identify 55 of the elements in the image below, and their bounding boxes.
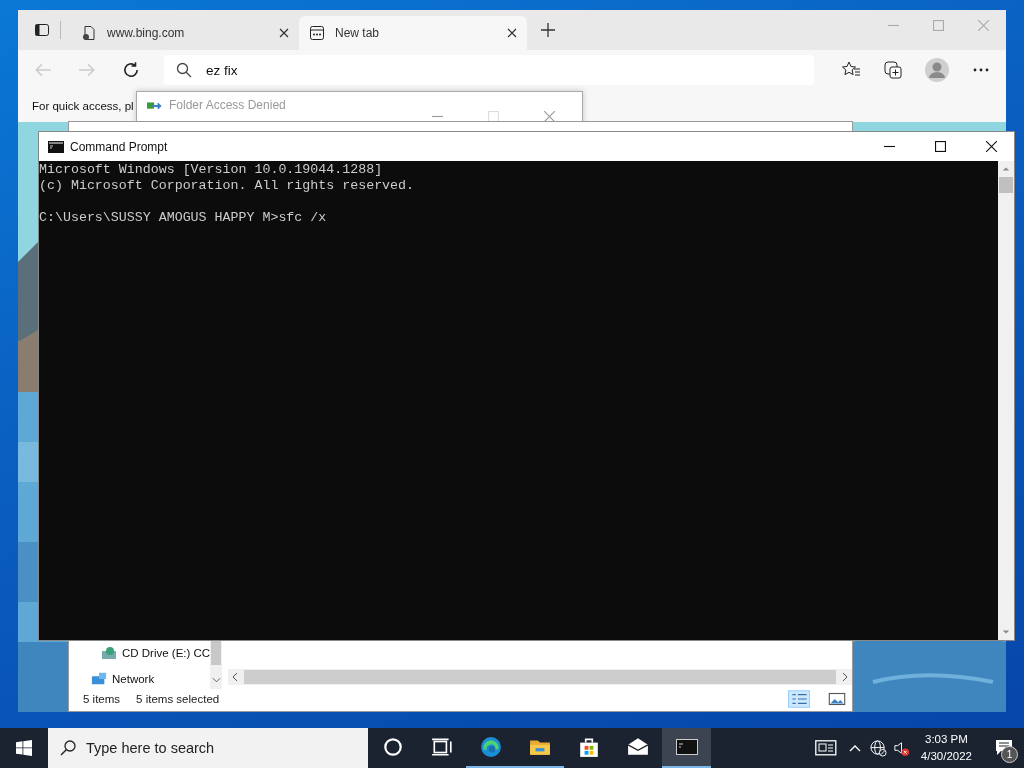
status-text: 5 items [83,693,121,705]
start-icon[interactable] [16,740,32,756]
console-line: (c) Microsoft Corporation. All rights reserved. [39,178,416,194]
collections-icon[interactable] [883,60,903,80]
close-icon[interactable] [986,141,997,152]
nav-item[interactable]: Network [69,669,210,689]
chevron-left-icon[interactable] [232,672,238,682]
notifications-button[interactable]: 1 [984,728,1024,768]
nav-item[interactable]: CD Drive (E:) CC [69,643,210,663]
speaker-muted-icon[interactable] [892,739,910,757]
address-field[interactable]: ez fix [164,55,814,85]
scrollbar[interactable] [998,161,1014,640]
refresh-icon[interactable] [122,61,140,79]
terminal-icon [675,736,698,758]
chevron-right-icon[interactable] [842,672,848,682]
chevron-down-icon[interactable] [211,677,221,683]
thumbnails-view-icon[interactable] [826,690,848,708]
page-icon [309,25,325,41]
window-title: Command Prompt [70,139,168,154]
browser-icon [479,736,502,758]
task-view-icon [430,736,453,758]
new-tab-icon[interactable] [541,23,555,37]
terminal-icon [48,140,64,153]
profile-avatar-icon[interactable] [925,58,949,82]
scrollbar[interactable] [210,641,222,689]
scrollbar[interactable] [228,669,852,685]
circle-icon [381,736,404,758]
dialog-title: Folder Access Denied [169,98,286,112]
tab-actions-icon[interactable] [34,22,50,38]
favorites-hint: For quick access, pl [32,100,134,112]
console-line: Microsoft Windows [Version 10.0.19044.1288] [39,162,384,178]
news-icon[interactable] [814,740,837,756]
search-icon [176,62,192,78]
scroll-thumb[interactable] [999,177,1013,193]
network-icon [91,671,107,687]
search-field[interactable]: Type here to search [48,728,368,768]
close-tab-icon[interactable] [279,28,289,38]
console-line: C:\Users\SUSSY AMOGUS HAPPY M>sfc /x [39,210,328,226]
globe-icon[interactable] [869,739,887,757]
browser-tab[interactable]: www.bing.com [71,16,299,50]
browser-tab[interactable]: New tab [299,16,527,50]
envelope-icon [626,736,649,758]
search-icon [60,740,76,756]
maximize-icon[interactable] [935,141,946,152]
taskbar-button[interactable] [662,728,711,768]
cd-drive-icon [101,645,117,661]
scroll-up-icon[interactable] [1002,166,1010,172]
close-tab-icon[interactable] [507,28,517,38]
shopping-bag-icon [577,736,600,758]
status-text: 5 items selected [136,693,220,705]
chevron-up-icon[interactable] [848,744,861,752]
clock[interactable]: 3:03 PM 4/30/2022 [912,731,980,765]
scroll-down-icon[interactable] [1002,629,1010,635]
page-icon [81,25,97,41]
details-view-icon[interactable] [788,690,810,708]
